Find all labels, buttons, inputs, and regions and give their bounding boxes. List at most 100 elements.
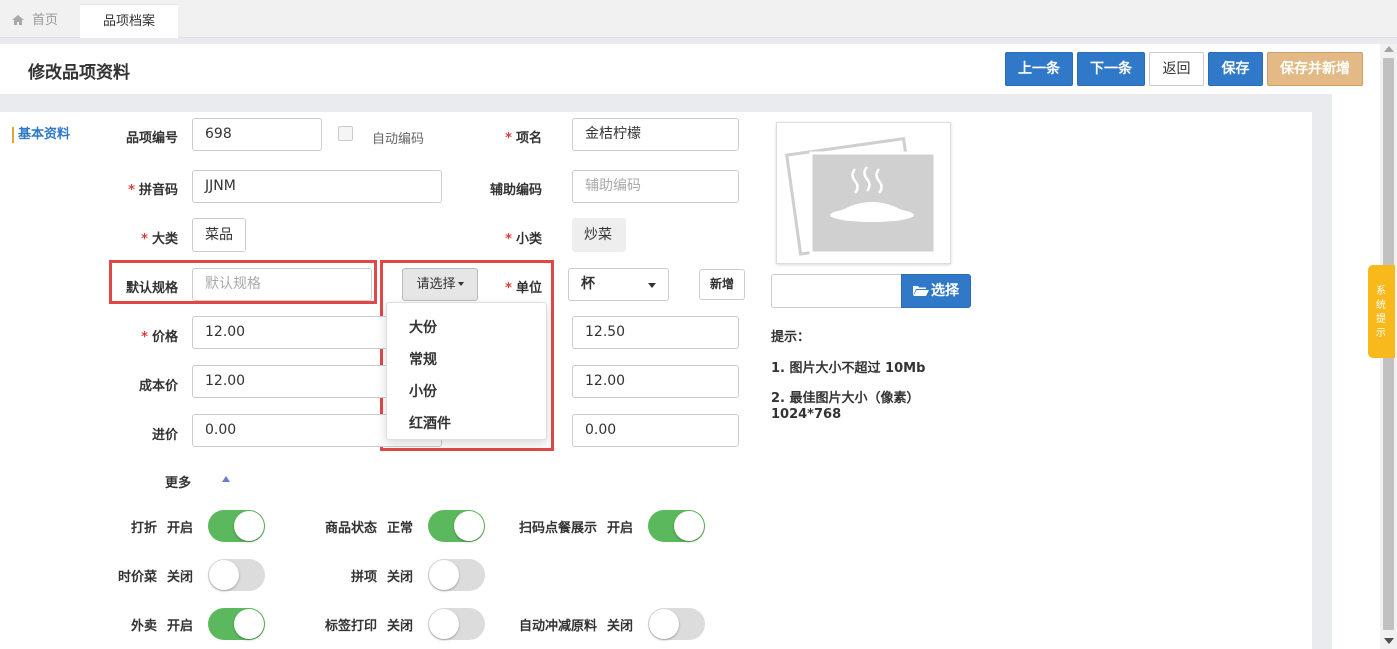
- combo-item-label: 拼项: [350, 570, 377, 585]
- toggle-knob: [429, 609, 459, 639]
- takeout-state: 开启: [167, 619, 194, 634]
- section-basic-info[interactable]: 基本资料: [12, 127, 70, 143]
- caret-up-icon[interactable]: [222, 476, 230, 482]
- save-and-new-button[interactable]: 保存并新增: [1267, 52, 1363, 86]
- purchase-right-input[interactable]: 0.00: [572, 414, 739, 447]
- tab-home[interactable]: 首页: [0, 4, 80, 38]
- cost-label: 成本价: [138, 379, 178, 394]
- toggle-knob: [234, 511, 264, 541]
- hint-best-size: 2. 最佳图片大小（像素）: [771, 391, 920, 406]
- product-status-label: 商品状态: [324, 521, 377, 536]
- market-price-toggle[interactable]: [208, 559, 265, 591]
- default-spec-input[interactable]: 默认规格: [192, 268, 372, 301]
- file-path-input[interactable]: [771, 274, 902, 308]
- hint-title: 提示：: [771, 330, 811, 345]
- tab-item-archive[interactable]: 品项档案: [80, 4, 178, 38]
- toggle-knob: [454, 511, 484, 541]
- pinyin-input[interactable]: JJNM: [192, 170, 442, 203]
- takeout-toggle[interactable]: [208, 608, 265, 640]
- add-unit-button[interactable]: 新增: [699, 269, 745, 300]
- dish-placeholder-icon: [785, 136, 937, 256]
- save-button[interactable]: 保存: [1208, 52, 1263, 86]
- purchase-label: 进价: [151, 428, 178, 443]
- label-print-label: 标签打印: [324, 619, 377, 634]
- auto-code-checkbox[interactable]: [338, 126, 353, 141]
- subcategory-button[interactable]: 炒菜: [572, 218, 626, 252]
- auto-deduct-toggle[interactable]: [648, 608, 705, 640]
- required-mark: *: [505, 232, 512, 247]
- prev-button[interactable]: 上一条: [1005, 52, 1073, 86]
- combo-item-toggle[interactable]: [428, 559, 485, 591]
- choose-file-button[interactable]: 选择: [901, 274, 971, 308]
- toggle-knob: [429, 560, 459, 590]
- scan-order-label: 扫码点餐展示: [518, 521, 597, 536]
- panel-gap: [1312, 112, 1332, 649]
- unit-label-text: 单位: [515, 281, 542, 296]
- scan-order-toggle[interactable]: [648, 510, 705, 542]
- required-mark: *: [505, 131, 512, 146]
- toggle-knob: [209, 560, 239, 590]
- unit-select[interactable]: 杯: [568, 268, 669, 301]
- back-button[interactable]: 返回: [1149, 52, 1204, 86]
- category-button[interactable]: 菜品: [192, 218, 246, 252]
- choose-file-label: 选择: [931, 283, 959, 299]
- subcategory-label: * 小类: [474, 228, 542, 247]
- scan-order-state: 开启: [607, 521, 634, 536]
- cost-right-input[interactable]: 12.00: [572, 365, 739, 398]
- hint-dimensions: 1024*768: [771, 407, 842, 422]
- next-button[interactable]: 下一条: [1077, 52, 1145, 86]
- label-print-toggle[interactable]: [428, 608, 485, 640]
- auto-code-label: 自动编码: [372, 132, 425, 147]
- discount-state: 开启: [167, 521, 194, 536]
- category-label-text: 大类: [151, 232, 178, 247]
- toggle-knob: [234, 609, 264, 639]
- caret-down-icon: [457, 282, 464, 286]
- unit-value: 杯: [581, 276, 595, 292]
- pinyin-label: * 拼音码: [110, 179, 178, 198]
- discount-label: 打折: [130, 521, 157, 536]
- aux-code-label: 辅助编码: [489, 183, 542, 198]
- discount-toggle[interactable]: [208, 510, 265, 542]
- unit-label: * 单位: [494, 277, 542, 296]
- market-price-label: 时价菜: [117, 570, 157, 585]
- price-label-text: 价格: [151, 330, 178, 345]
- toggle-knob: [674, 511, 704, 541]
- default-spec-label: 默认规格: [125, 281, 178, 296]
- scroll-down-arrow[interactable]: [1384, 638, 1394, 644]
- pinyin-label-text: 拼音码: [138, 183, 178, 198]
- more-toggle-label[interactable]: 更多: [165, 472, 191, 491]
- aux-code-input[interactable]: 辅助编码: [572, 170, 739, 203]
- system-tips-tab[interactable]: 系统提示: [1368, 265, 1395, 358]
- name-input[interactable]: 金桔柠檬: [572, 118, 739, 151]
- page-title: 修改品项资料: [28, 63, 130, 83]
- required-mark: *: [505, 281, 512, 296]
- scroll-up-arrow[interactable]: [1384, 46, 1394, 52]
- name-label-text: 项名: [515, 131, 542, 146]
- price-label: * 价格: [110, 326, 178, 345]
- required-mark: *: [128, 183, 135, 198]
- dropdown-option-regular[interactable]: 常规: [409, 349, 437, 369]
- folder-open-icon: [913, 286, 929, 296]
- product-status-toggle[interactable]: [428, 510, 485, 542]
- spec-dropdown-menu: 大份 常规 小份 红酒件: [386, 302, 547, 440]
- dropdown-option-small[interactable]: 小份: [409, 381, 437, 401]
- hint-size-limit: 1. 图片大小不超过 10Mb: [771, 361, 926, 376]
- item-code-label: 品项编号: [125, 131, 178, 146]
- dropdown-option-wine[interactable]: 红酒件: [409, 413, 451, 433]
- chevron-down-icon: [648, 283, 656, 288]
- subcategory-label-text: 小类: [515, 232, 542, 247]
- item-code-input[interactable]: 698: [192, 118, 322, 151]
- image-preview[interactable]: [776, 122, 951, 264]
- name-label: * 项名: [480, 127, 542, 146]
- market-price-state: 关闭: [167, 570, 194, 585]
- product-status-state: 正常: [387, 521, 414, 536]
- dropdown-option-large[interactable]: 大份: [409, 317, 437, 337]
- spec-select-button[interactable]: 请选择: [402, 268, 478, 301]
- spec-select-label: 请选择: [416, 277, 456, 292]
- combo-item-state: 关闭: [387, 570, 414, 585]
- label-print-state: 关闭: [387, 619, 414, 634]
- price-right-input[interactable]: 12.50: [572, 316, 739, 349]
- required-mark: *: [141, 232, 148, 247]
- category-label: * 大类: [110, 228, 178, 247]
- toggle-knob: [649, 609, 679, 639]
